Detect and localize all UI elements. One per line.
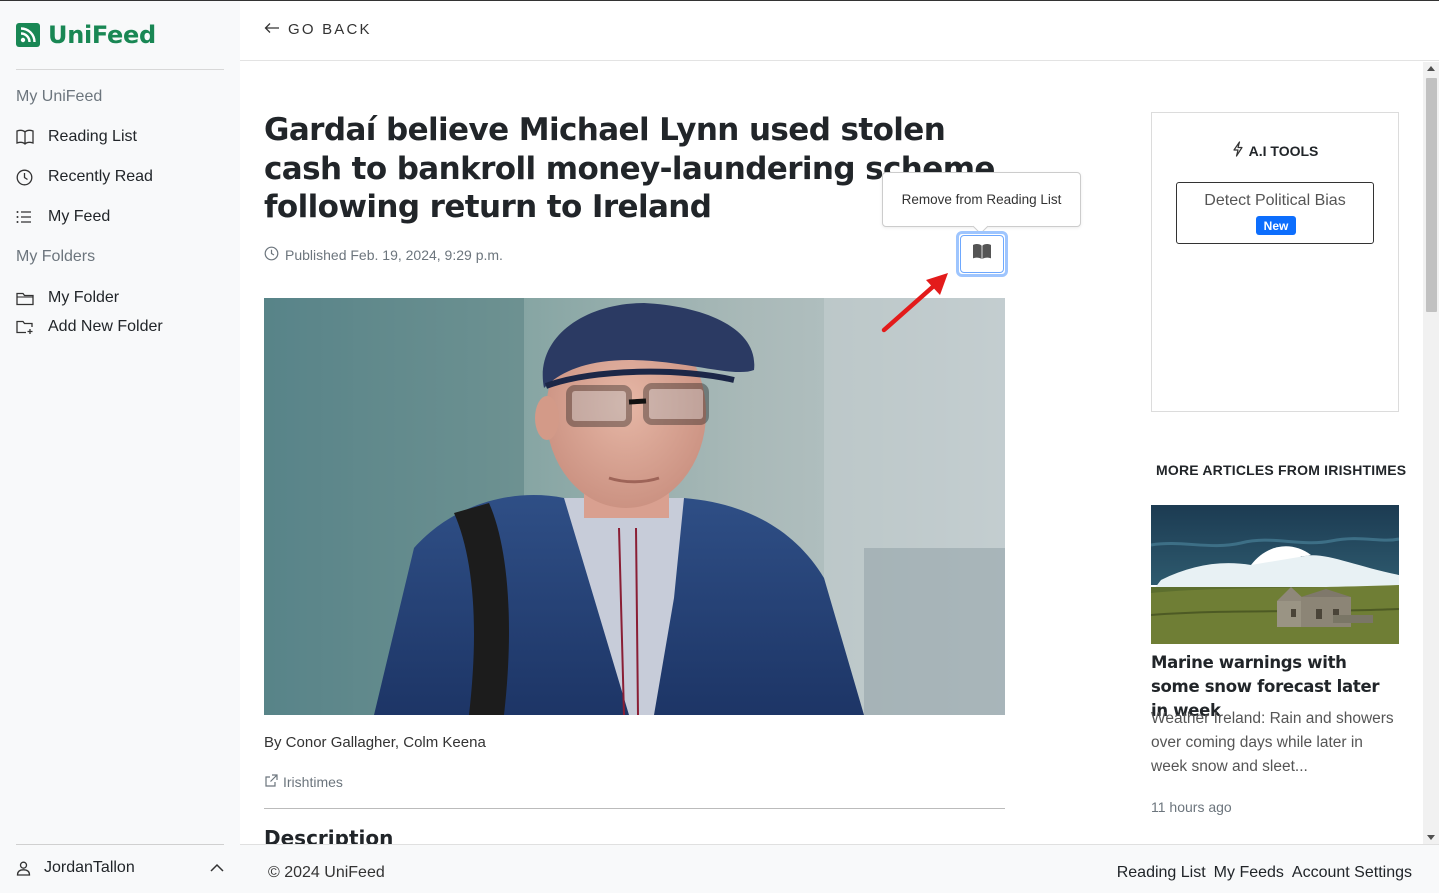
- sidebar-item-label: Recently Read: [48, 168, 153, 185]
- arrow-left-icon: [264, 21, 280, 38]
- main-content: Gardaí believe Michael Lynn used stolen …: [240, 62, 1423, 844]
- copyright: © 2024 UniFeed: [268, 864, 385, 881]
- ai-tools-title: A.I TOOLS: [1152, 141, 1398, 160]
- clock-icon: [16, 169, 48, 186]
- sidebar-heading-my-unifeed: My UniFeed: [16, 88, 103, 105]
- username: JordanTallon: [44, 859, 135, 876]
- bias-button-label: Detect Political Bias: [1204, 192, 1346, 209]
- sidebar-item-add-new-folder[interactable]: Add New Folder: [16, 318, 163, 336]
- scroll-up-arrow-icon[interactable]: [1427, 66, 1435, 71]
- source-link[interactable]: Irishtimes: [264, 773, 343, 791]
- lightning-icon: [1232, 141, 1244, 160]
- sidebar-item-recently-read[interactable]: Recently Read: [16, 168, 153, 186]
- rss-logo-icon: [16, 23, 40, 47]
- top-bar: GO BACK: [240, 1, 1439, 61]
- book-filled-icon: [972, 243, 992, 265]
- sidebar-item-my-feed[interactable]: My Feed: [16, 208, 110, 226]
- scroll-down-arrow-icon[interactable]: [1427, 835, 1435, 840]
- external-link-icon: [264, 773, 279, 791]
- sidebar-item-reading-list[interactable]: Reading List: [16, 128, 137, 146]
- related-article-time: 11 hours ago: [1151, 799, 1232, 815]
- clock-icon: [264, 246, 279, 264]
- detect-political-bias-button[interactable]: Detect Political Bias New: [1176, 182, 1374, 244]
- description-heading: Description: [264, 826, 394, 844]
- go-back-button[interactable]: GO BACK: [264, 21, 372, 38]
- scroll-thumb[interactable]: [1426, 78, 1437, 312]
- chevron-up-icon[interactable]: [210, 859, 224, 877]
- sidebar-item-my-folder[interactable]: My Folder: [16, 289, 119, 307]
- sidebar-item-label: Reading List: [48, 128, 137, 145]
- footer-link-reading-list[interactable]: Reading List: [1117, 864, 1206, 882]
- sidebar-item-label: Add New Folder: [48, 318, 163, 335]
- related-article-description: Weather Ireland: Rain and showers over c…: [1151, 710, 1394, 775]
- folder-plus-icon: [16, 319, 48, 335]
- book-icon: [16, 129, 48, 145]
- sidebar-bottom-divider: [16, 844, 224, 845]
- main-scrollbar[interactable]: [1423, 62, 1439, 844]
- article-photo: [264, 298, 1005, 715]
- user-menu[interactable]: JordanTallon: [16, 859, 224, 877]
- list-icon: [16, 210, 48, 224]
- related-article-image[interactable]: [1151, 505, 1399, 644]
- sidebar-item-label: My Folder: [48, 289, 120, 306]
- ai-tools-card: A.I TOOLS Detect Political Bias New: [1151, 112, 1399, 412]
- source-label: Irishtimes: [283, 774, 343, 790]
- footer-link-account-settings[interactable]: Account Settings: [1292, 864, 1412, 882]
- ai-tools-label: A.I TOOLS: [1248, 142, 1319, 159]
- sidebar-heading-my-folders: My Folders: [16, 248, 96, 265]
- tooltip-text: Remove from Reading List: [901, 192, 1062, 207]
- published-date: Published Feb. 19, 2024, 9:29 p.m.: [264, 246, 503, 264]
- article-byline: By Conor Gallagher, Colm Keena: [264, 734, 486, 751]
- reading-list-tooltip: Remove from Reading List: [882, 172, 1081, 227]
- app-name: UniFeed: [48, 21, 156, 49]
- new-badge: New: [1256, 216, 1296, 235]
- footer-links: Reading List My Feeds Account Settings: [1117, 864, 1412, 882]
- footer-link-my-feeds[interactable]: My Feeds: [1214, 864, 1284, 882]
- footer: © 2024 UniFeed Reading List My Feeds Acc…: [240, 844, 1439, 893]
- sidebar-divider: [16, 69, 224, 70]
- folder-icon: [16, 291, 48, 306]
- brand[interactable]: UniFeed: [16, 21, 156, 49]
- published-text: Published Feb. 19, 2024, 9:29 p.m.: [285, 247, 503, 263]
- section-divider: [264, 808, 1005, 809]
- sidebar: UniFeed My UniFeed Reading List Recently…: [0, 1, 240, 893]
- sidebar-item-label: My Feed: [48, 208, 111, 225]
- go-back-label: GO BACK: [288, 21, 372, 38]
- more-articles-heading: MORE ARTICLES FROM IRISHTIMES: [1156, 462, 1407, 478]
- remove-from-reading-list-button[interactable]: [956, 231, 1008, 277]
- annotation-arrow-icon: [876, 267, 956, 342]
- user-icon: [16, 861, 44, 876]
